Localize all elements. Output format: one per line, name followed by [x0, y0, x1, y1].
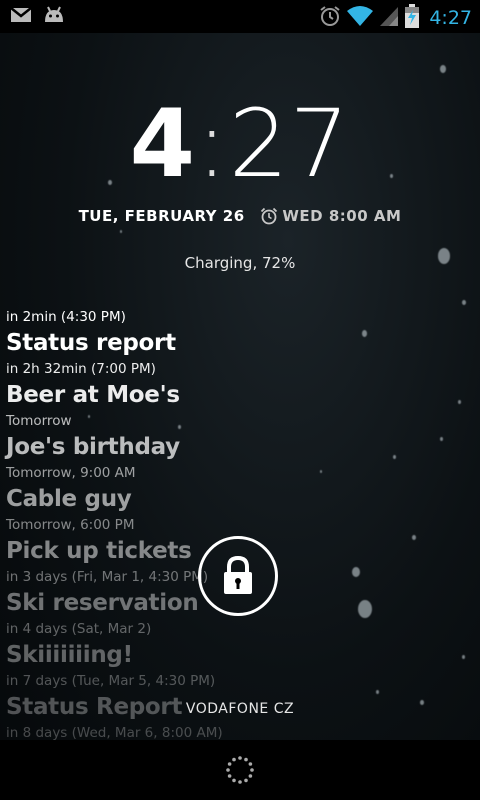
dust-particle	[352, 567, 360, 578]
loading-spinner-icon	[224, 754, 256, 790]
event-time: in 4 days (Sat, Mar 2)	[6, 621, 152, 637]
event-title: Pick up tickets	[6, 538, 192, 564]
spinner-dot	[232, 757, 236, 762]
event-time: in 3 days (Fri, Mar 1, 4:30 PM)	[6, 569, 209, 585]
dust-particle	[458, 400, 461, 404]
event-time: Tomorrow	[6, 413, 72, 429]
status-bar: 4:27	[0, 0, 480, 33]
battery-charging-icon	[405, 4, 420, 32]
event-time: in 2min (4:30 PM)	[6, 309, 126, 325]
spinner-dot	[244, 757, 248, 762]
clock-minutes: 27	[228, 90, 351, 199]
spinner-dot	[250, 768, 254, 772]
wifi-icon	[347, 5, 374, 31]
lockscreen-clock: 4:27	[0, 95, 480, 195]
event-title: Ski reservation	[6, 590, 199, 616]
alarm-clock-icon	[260, 207, 278, 229]
dust-particle	[462, 300, 466, 306]
event-title: Status report	[6, 330, 176, 356]
android-debug-icon	[42, 6, 66, 28]
spinner-dot	[248, 762, 253, 766]
spinner-dot	[232, 778, 236, 783]
dust-particle	[462, 655, 465, 659]
alarm-icon	[319, 5, 341, 31]
clock-hour: 4	[129, 90, 197, 199]
dust-particle	[120, 230, 122, 233]
spinner-dot	[238, 780, 242, 784]
spinner-dot	[227, 774, 232, 778]
lockscreen: 4:27 4:27 TUE, FEBRUARY 26 WED 8:00 AM C…	[0, 0, 480, 800]
dust-particle	[412, 535, 416, 541]
event-time: Tomorrow, 6:00 PM	[6, 517, 135, 533]
event-time: in 7 days (Tue, Mar 5, 4:30 PM)	[6, 673, 216, 689]
dust-particle	[393, 455, 396, 459]
status-bar-time: 4:27	[429, 7, 472, 29]
cell-signal-icon	[379, 5, 399, 31]
dust-particle	[376, 690, 379, 694]
event-title: Beer at Moe's	[6, 382, 180, 408]
spinner-dot	[244, 778, 248, 783]
dust-particle	[440, 65, 446, 73]
gmail-icon	[10, 6, 32, 28]
unlock-button[interactable]	[198, 536, 278, 616]
carrier-label: VODAFONE CZ	[185, 701, 295, 717]
spinner-dot	[227, 762, 232, 766]
event-time: Tomorrow, 9:00 AM	[6, 465, 136, 481]
dust-particle	[358, 600, 372, 619]
date-label: TUE, FEBRUARY 26	[78, 207, 245, 225]
alarm-label: WED 8:00 AM	[282, 207, 402, 225]
event-time: in 2h 32min (7:00 PM)	[6, 361, 156, 377]
clock-separator: :	[196, 90, 229, 199]
date-alarm-line: TUE, FEBRUARY 26 WED 8:00 AM	[0, 207, 480, 229]
next-alarm: WED 8:00 AM	[260, 207, 401, 225]
event-title: Joe's birthday	[6, 434, 180, 460]
charging-status: Charging, 72%	[184, 254, 296, 272]
spinner-dot	[226, 768, 230, 772]
dust-particle	[362, 330, 367, 337]
dust-particle	[440, 437, 443, 441]
spinner-dot	[248, 774, 253, 778]
navigation-bar	[0, 740, 480, 800]
event-title: Skiiiiiiing!	[6, 642, 133, 668]
spinner-dot	[238, 756, 242, 760]
event-title: Cable guy	[6, 486, 132, 512]
